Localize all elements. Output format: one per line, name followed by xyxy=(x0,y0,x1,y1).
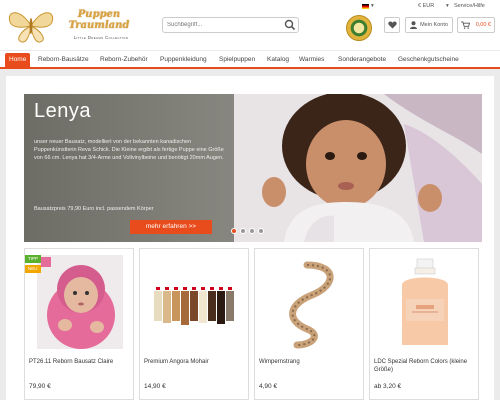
nav-item-reborn-bausaetze[interactable]: Reborn-Bausätze xyxy=(38,54,89,69)
product-price: 79,90 € xyxy=(29,383,51,390)
cart-total: 0,00 € xyxy=(475,22,491,28)
nav-item-home[interactable]: Home xyxy=(5,53,31,67)
slide-photo-baby-doll xyxy=(234,94,482,242)
search-box xyxy=(162,17,299,33)
brand-tagline: Little Dreams Collection xyxy=(73,35,129,40)
header: Puppen Traumland Little Dreams Collectio… xyxy=(0,0,500,50)
product-name[interactable]: Premium Angora Mohair xyxy=(144,358,248,366)
brand-name-line2: Traumland xyxy=(68,20,130,31)
slide-description: unser neuer Bausatz, modelliert von der … xyxy=(34,139,224,161)
search-input[interactable] xyxy=(163,18,281,32)
butterfly-logo-icon xyxy=(8,12,54,43)
product-card[interactable]: Wimpernstrang 4,90 € xyxy=(254,248,364,400)
user-icon xyxy=(410,21,418,29)
currency-selector[interactable]: € EUR xyxy=(418,3,434,9)
shop-logo[interactable]: Puppen Traumland Little Dreams Collectio… xyxy=(6,6,134,46)
product-grid: TIPP NEU PT26.11 Reborn Bausatz Claire 7… xyxy=(24,248,482,400)
slider-dot-2[interactable] xyxy=(240,228,246,234)
search-icon[interactable] xyxy=(284,19,296,31)
service-help-link[interactable]: Service/Hilfe xyxy=(454,3,485,9)
trusted-shop-badge[interactable] xyxy=(346,15,372,41)
nav-item-spielpuppen[interactable]: Spielpuppen xyxy=(219,54,255,69)
product-price: 4,90 € xyxy=(259,383,278,390)
product-card[interactable]: Premium Angora Mohair 14,90 € xyxy=(139,248,249,400)
product-image-mohair[interactable] xyxy=(152,255,238,349)
nav-item-katalog[interactable]: Katalog xyxy=(267,54,289,69)
slider-pagination xyxy=(231,228,264,234)
product-price: ab 3,20 € xyxy=(374,383,402,390)
ribbon-tipp: TIPP xyxy=(25,255,42,263)
nav-item-warmies[interactable]: Warmies xyxy=(299,54,324,69)
hero-slider[interactable]: Lenya unser neuer Bausatz, modelliert vo… xyxy=(24,94,482,242)
cart-button[interactable]: 0,00 € xyxy=(457,17,495,33)
product-image-eyelash-strand[interactable] xyxy=(267,255,353,349)
slider-dot-4[interactable] xyxy=(258,228,264,234)
slide-price: Bausatzpreis 79,90 Euro incl. passendem … xyxy=(34,206,154,212)
heart-icon xyxy=(387,21,397,29)
currency-chevron-icon: ▾ xyxy=(446,3,449,9)
language-selector[interactable] xyxy=(362,3,369,9)
nav-item-reborn-zubehoer[interactable]: Reborn-Zubehör xyxy=(100,54,148,69)
product-price: 14,90 € xyxy=(144,383,166,390)
product-image-reborn-doll[interactable] xyxy=(37,255,123,349)
product-card[interactable]: TIPP NEU PT26.11 Reborn Bausatz Claire 7… xyxy=(24,248,134,400)
account-label: Mein Konto xyxy=(420,22,448,28)
product-name[interactable]: PT26.11 Reborn Bausatz Claire xyxy=(29,358,133,366)
slider-dot-1[interactable] xyxy=(231,228,237,234)
nav-item-puppenkleidung[interactable]: Puppenkleidung xyxy=(160,54,207,69)
nav-item-sonderangebote[interactable]: Sonderangebote xyxy=(338,54,386,69)
german-flag-icon xyxy=(362,4,369,9)
wishlist-button[interactable] xyxy=(384,17,400,33)
product-name[interactable]: LDC Spezial Reborn Colors (kleine Größe) xyxy=(374,358,478,374)
account-button[interactable]: Mein Konto xyxy=(405,17,453,33)
brand-name: Puppen Traumland xyxy=(64,9,134,31)
brand-name-line1: Puppen xyxy=(77,9,121,20)
slide-title: Lenya xyxy=(34,100,91,122)
product-image-reborn-colors[interactable] xyxy=(382,255,468,349)
nav-item-geschenkgutscheine[interactable]: Geschenkgutscheine xyxy=(398,54,459,69)
ribbon-neu: NEU xyxy=(25,265,41,273)
cart-icon xyxy=(461,21,470,29)
slider-dot-3[interactable] xyxy=(249,228,255,234)
product-name[interactable]: Wimpernstrang xyxy=(259,358,363,366)
more-info-button[interactable]: mehr erfahren >> xyxy=(130,220,212,234)
main-content: Lenya unser neuer Bausatz, modelliert vo… xyxy=(6,76,494,400)
main-navigation: Home Reborn-Bausätze Reborn-Zubehör Pupp… xyxy=(0,51,500,69)
language-chevron-icon: ▾ xyxy=(371,3,374,9)
product-card[interactable]: LDC Spezial Reborn Colors (kleine Größe)… xyxy=(369,248,479,400)
